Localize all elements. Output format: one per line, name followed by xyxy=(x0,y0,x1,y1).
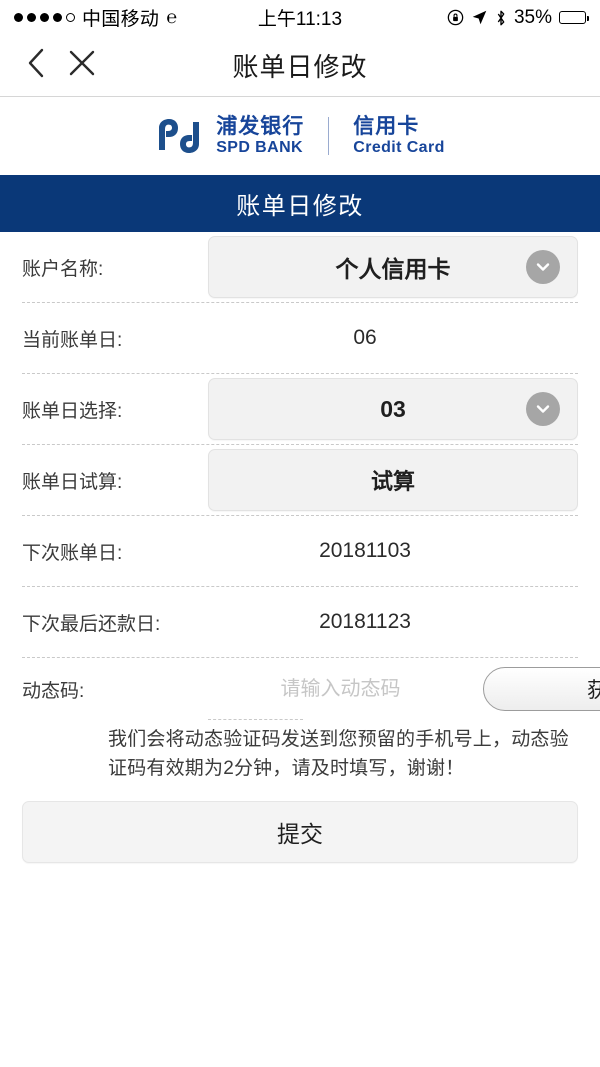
status-bar-left: 中国移动 ℮ xyxy=(14,4,177,31)
bank-logo-area: 浦发银行 SPD BANK 信用卡 Credit Card xyxy=(0,97,600,175)
account-name-select[interactable]: 个人信用卡 xyxy=(208,236,578,298)
rotation-lock-icon xyxy=(447,9,464,26)
get-code-button[interactable]: 获取 xyxy=(483,667,600,711)
product-name-block: 信用卡 Credit Card xyxy=(353,115,445,156)
bill-date-select-label: 账单日选择: xyxy=(22,400,123,422)
logo-divider xyxy=(328,117,330,155)
dynamic-code-input[interactable] xyxy=(208,677,483,701)
spd-pd-logo-icon xyxy=(159,119,200,153)
chevron-down-circle-icon xyxy=(526,250,560,284)
form-row-dynamic-code: 动态码: 获取 xyxy=(22,658,600,720)
chevron-down-circle-icon xyxy=(526,392,560,426)
nav-bar: 账单日修改 xyxy=(0,35,600,97)
trial-calc-label: 账单日试算: xyxy=(22,471,123,493)
next-bill-date-value: 20181103 xyxy=(319,539,411,562)
status-bar-right: 35% xyxy=(447,6,589,29)
form-row-next-due-date: 下次最后还款日: 20181123 xyxy=(22,587,578,658)
form-row-current-bill-date: 当前账单日: 06 xyxy=(22,303,578,374)
account-name-value: 个人信用卡 xyxy=(335,256,451,282)
trial-calc-button-label: 试算 xyxy=(370,469,415,494)
dynamic-code-label: 动态码: xyxy=(22,680,85,702)
bill-date-form: 账户名称: 个人信用卡 当前账单日: 06 账单日选择: 03 账单日试算: 试… xyxy=(0,232,600,720)
close-button[interactable] xyxy=(68,49,96,82)
bank-logo: 浦发银行 SPD BANK 信用卡 Credit Card xyxy=(155,115,445,156)
dynamic-code-hint: 我们会将动态验证码发送到您预留的手机号上，动态验证码有效期为2分钟，请及时填写，… xyxy=(108,729,569,779)
section-banner: 账单日修改 xyxy=(0,175,600,232)
next-bill-date-label: 下次账单日: xyxy=(22,542,123,564)
form-row-next-bill-date: 下次账单日: 20181103 xyxy=(22,516,578,587)
submit-button[interactable]: 提交 xyxy=(22,801,578,863)
location-arrow-icon xyxy=(472,10,487,25)
bill-date-select[interactable]: 03 xyxy=(208,378,578,440)
bank-name-en: SPD BANK xyxy=(216,138,303,156)
current-bill-date-value: 06 xyxy=(353,326,377,349)
bank-name-block: 浦发银行 SPD BANK xyxy=(216,115,305,156)
account-name-label: 账户名称: xyxy=(22,258,104,280)
section-banner-title: 账单日修改 xyxy=(236,193,364,220)
trial-calc-button[interactable]: 试算 xyxy=(208,449,578,511)
battery-percent-label: 35% xyxy=(513,6,552,28)
back-button[interactable] xyxy=(26,47,46,84)
bill-date-select-value: 03 xyxy=(380,395,406,422)
form-row-account-name: 账户名称: 个人信用卡 xyxy=(22,232,578,303)
close-x-icon xyxy=(69,50,95,76)
product-name-en: Credit Card xyxy=(353,138,445,156)
product-name-cn: 信用卡 xyxy=(353,115,420,139)
bank-name-cn: 浦发银行 xyxy=(216,115,305,139)
form-row-trial-calc: 账单日试算: 试算 xyxy=(22,445,578,516)
dynamic-code-underline xyxy=(208,719,303,720)
battery-icon xyxy=(559,11,589,24)
next-due-date-value: 20181123 xyxy=(319,610,411,633)
nav-buttons xyxy=(0,47,96,84)
next-due-date-label: 下次最后还款日: xyxy=(22,613,161,635)
form-row-bill-date-select: 账单日选择: 03 xyxy=(22,374,578,445)
current-bill-date-label: 当前账单日: xyxy=(22,329,123,351)
edge-icon: ℮ xyxy=(166,7,178,27)
chevron-left-icon xyxy=(28,48,44,78)
status-bar: 中国移动 ℮ 上午11:13 35% xyxy=(0,0,600,35)
signal-strength-icon xyxy=(14,13,75,22)
submit-area: 提交 xyxy=(0,783,600,863)
carrier-label: 中国移动 xyxy=(82,9,160,30)
bluetooth-icon xyxy=(497,10,505,25)
